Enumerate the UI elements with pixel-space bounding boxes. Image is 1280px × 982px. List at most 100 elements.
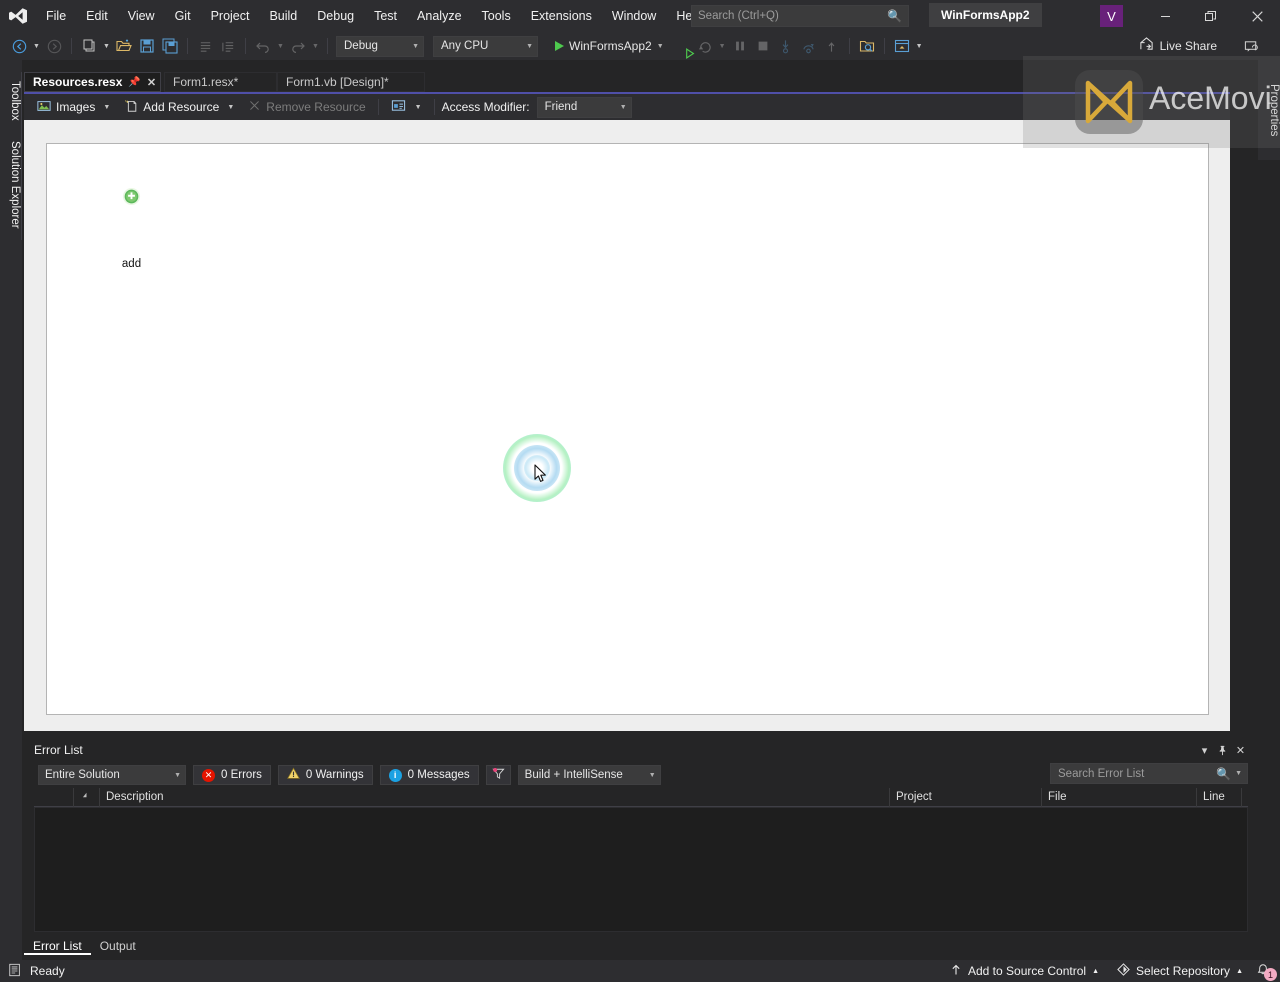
search-input[interactable]: Search (Ctrl+Q) 🔍 <box>691 5 909 27</box>
access-modifier-combo[interactable]: Friend ▼ <box>536 96 632 118</box>
tab-resources-resx[interactable]: Resources.resx 📌 ✕ <box>24 72 161 92</box>
panel-pin-icon[interactable] <box>1214 742 1231 759</box>
menu-analyze[interactable]: Analyze <box>407 0 471 32</box>
sidebar-item-toolbox[interactable]: Toolbox <box>0 72 22 130</box>
access-modifier-value: Friend <box>544 101 578 113</box>
column-header-file[interactable]: File <box>1042 787 1197 807</box>
menu-git[interactable]: Git <box>165 0 201 32</box>
solution-platform-combo[interactable]: Any CPU ▼ <box>433 35 538 57</box>
live-share-button[interactable]: Live Share <box>1132 35 1224 57</box>
mouse-pointer-icon <box>534 464 548 487</box>
toolbar-separator <box>187 38 188 54</box>
error-list-body[interactable] <box>34 807 1248 932</box>
panel-close-icon[interactable]: ✕ <box>1232 742 1249 759</box>
panel-dropdown-icon[interactable]: ▾ <box>1196 742 1213 759</box>
toolbar-separator <box>433 99 435 115</box>
navigate-back-dropdown-icon[interactable]: ▼ <box>31 43 42 50</box>
add-resource-button[interactable]: Add Resource ▼ <box>119 96 239 118</box>
menu-extensions[interactable]: Extensions <box>521 0 602 32</box>
menu-window[interactable]: Window <box>602 0 666 32</box>
menu-debug[interactable]: Debug <box>307 0 364 32</box>
close-icon[interactable]: ✕ <box>147 76 156 89</box>
warnings-label: 0 Warnings <box>305 769 364 781</box>
hot-reload-dropdown-icon: ▼ <box>718 42 726 50</box>
toolbar-separator <box>377 99 379 115</box>
search-placeholder: Search (Ctrl+Q) <box>698 10 779 22</box>
menu-view[interactable]: View <box>118 0 165 32</box>
chevron-down-icon: ▼ <box>619 103 627 111</box>
tab-output[interactable]: Output <box>91 937 145 955</box>
chevron-down-icon: ▼ <box>174 771 181 779</box>
column-header-description[interactable]: Description <box>100 787 890 807</box>
menu-build[interactable]: Build <box>259 0 307 32</box>
status-bar-left: Ready <box>0 963 65 980</box>
errors-toggle[interactable]: ✕ 0 Errors <box>193 765 271 785</box>
error-list-search-placeholder: Search Error List <box>1058 767 1145 780</box>
solution-configuration-combo[interactable]: Debug ▼ <box>336 35 424 57</box>
new-project-icon[interactable] <box>78 35 100 57</box>
undo-icon <box>252 35 274 57</box>
toolbar-separator <box>327 38 328 54</box>
column-header-blank1[interactable] <box>34 787 74 807</box>
menu-file[interactable]: File <box>36 0 76 32</box>
menu-project[interactable]: Project <box>201 0 260 32</box>
tab-form1-resx[interactable]: Form1.resx* <box>164 72 277 92</box>
save-all-icon[interactable] <box>159 35 181 57</box>
sidebar-item-solution-explorer[interactable]: Solution Explorer <box>0 130 22 240</box>
messages-toggle[interactable]: i 0 Messages <box>379 765 479 785</box>
status-ready-icon <box>8 963 22 980</box>
add-resource-label: Add Resource <box>143 100 220 114</box>
sidebar-item-properties[interactable]: Properties <box>1258 60 1280 160</box>
scope-filter-combo[interactable]: Entire Solution ▼ <box>38 765 186 785</box>
error-list-search-input[interactable]: Search Error List 🔍 ▼ <box>1050 763 1248 784</box>
open-file-icon[interactable] <box>113 35 135 57</box>
document-tab-strip: Resources.resx 📌 ✕ Form1.resx* Form1.vb … <box>24 72 1230 92</box>
warnings-toggle[interactable]: 0 Warnings <box>277 765 373 785</box>
repository-icon <box>1117 963 1130 979</box>
navigate-back-icon[interactable] <box>8 35 30 57</box>
tab-form1-vb-design[interactable]: Form1.vb [Design]* <box>277 72 425 92</box>
error-list-panel: Error List ▾ ✕ Entire Solution ▼ ✕ 0 Err… <box>24 740 1248 955</box>
status-ready-label: Ready <box>30 964 65 978</box>
toolbar-overflow-icon[interactable]: ▼ <box>914 43 925 50</box>
title-bar: File Edit View Git Project Build Debug T… <box>0 0 1280 32</box>
status-bar: Ready Add to Source Control ▲ Select Rep… <box>0 960 1280 982</box>
tab-error-list[interactable]: Error List <box>24 937 91 955</box>
toolbar-separator <box>71 38 72 54</box>
remove-resource-button: Remove Resource <box>243 96 370 118</box>
menu-tools[interactable]: Tools <box>472 0 521 32</box>
tab-label: Resources.resx <box>33 75 123 89</box>
undo-dropdown-icon: ▼ <box>277 42 284 50</box>
select-repository-button[interactable]: Select Repository ▲ <box>1108 960 1252 982</box>
minimize-button[interactable] <box>1143 0 1188 32</box>
build-source-combo[interactable]: Build + IntelliSense ▼ <box>517 765 661 785</box>
resource-name-label: add <box>121 258 142 270</box>
menu-test[interactable]: Test <box>364 0 407 32</box>
images-dropdown-button[interactable]: Images ▼ <box>32 96 115 118</box>
step-out-icon <box>821 35 843 57</box>
save-icon[interactable] <box>136 35 158 57</box>
resource-canvas[interactable]: add <box>46 143 1209 715</box>
restore-button[interactable] <box>1188 0 1233 32</box>
new-project-dropdown-icon[interactable]: ▼ <box>101 43 112 50</box>
column-header-line[interactable]: Line <box>1197 787 1242 807</box>
close-button[interactable] <box>1235 0 1280 32</box>
column-header-sort-icon[interactable] <box>74 787 100 807</box>
start-debugging-button[interactable]: WinFormsApp2 ▼ <box>549 35 670 57</box>
add-to-source-control-button[interactable]: Add to Source Control ▲ <box>941 960 1108 982</box>
menu-edit[interactable]: Edit <box>76 0 118 32</box>
start-without-debugging-icon[interactable] <box>671 35 695 59</box>
filter-toggle[interactable] <box>485 765 511 785</box>
column-header-project[interactable]: Project <box>890 787 1042 807</box>
resource-item-add[interactable]: add <box>80 152 183 270</box>
notifications-button[interactable]: 1 <box>1252 960 1280 982</box>
up-arrow-icon <box>950 964 962 979</box>
notification-count-badge: 1 <box>1264 968 1277 981</box>
send-feedback-icon[interactable] <box>1240 35 1262 57</box>
comment-icon <box>194 35 216 57</box>
pin-icon[interactable]: 📌 <box>128 77 140 88</box>
solution-explorer-icon[interactable] <box>891 35 913 57</box>
preview-selected-items-icon[interactable] <box>856 35 878 57</box>
view-mode-button[interactable]: ▼ <box>386 96 427 118</box>
avatar[interactable]: V <box>1100 5 1123 27</box>
